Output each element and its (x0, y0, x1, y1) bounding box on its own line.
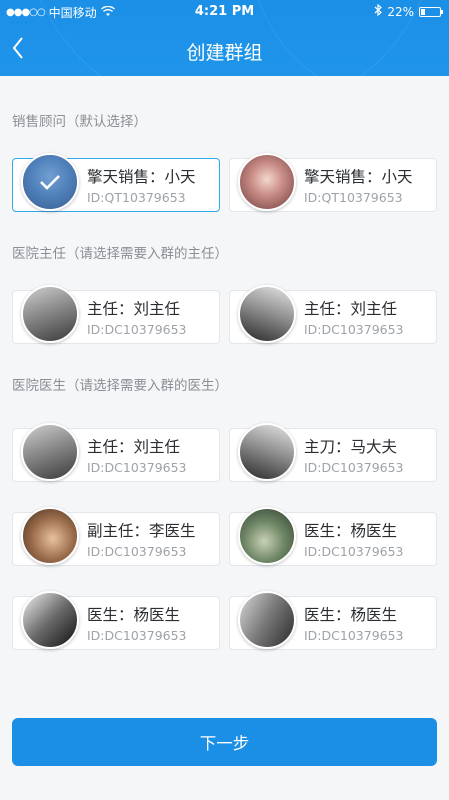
clock: 4:21 PM (194, 4, 255, 19)
member-name: 副主任：李医生 (87, 522, 196, 540)
avatar (21, 285, 79, 343)
next-button[interactable]: 下一步 (12, 718, 437, 766)
doctor-card[interactable]: 医生：杨医生 ID:DC10379653 (229, 507, 437, 566)
avatar (238, 591, 296, 649)
section-title-doctors: 医院医生（请选择需要入群的医生） (12, 378, 228, 394)
member-id: ID:QT10379653 (304, 190, 403, 205)
member-id: ID:DC10379653 (304, 460, 404, 475)
status-bar: ●●●○○ 中国移动 4:21 PM 22% (0, 0, 449, 22)
member-id: ID:DC10379653 (304, 322, 404, 337)
member-id: ID:DC10379653 (87, 628, 187, 643)
member-id: ID:DC10379653 (304, 628, 404, 643)
member-id: ID:DC10379653 (87, 460, 187, 475)
member-name: 主任：刘主任 (87, 438, 181, 456)
member-name: 主刀：马大夫 (304, 438, 398, 456)
avatar (21, 423, 79, 481)
member-name: 主任：刘主任 (87, 300, 181, 318)
doctor-card[interactable]: 主刀：马大夫 ID:DC10379653 (229, 423, 437, 482)
member-name: 擎天销售：小天 (304, 168, 413, 186)
sales-card[interactable]: 擎天销售：小天 ID:QT10379653 (229, 153, 437, 212)
section-title-chief: 医院主任（请选择需要入群的主任） (12, 246, 228, 262)
avatar (21, 591, 79, 649)
battery-icon (419, 6, 443, 17)
member-name: 医生：杨医生 (304, 522, 398, 540)
bluetooth-icon (374, 3, 383, 19)
avatar (238, 423, 296, 481)
doctor-card[interactable]: 副主任：李医生 ID:DC10379653 (12, 507, 220, 566)
member-name: 医生：杨医生 (87, 606, 181, 624)
member-name: 擎天销售：小天 (87, 168, 196, 186)
doctor-card[interactable]: 医生：杨医生 ID:DC10379653 (12, 591, 220, 650)
section-title-sales: 销售顾问（默认选择） (12, 114, 147, 130)
header-bar: ●●●○○ 中国移动 4:21 PM 22% 创建群组 (0, 0, 449, 76)
member-id: ID:DC10379653 (87, 544, 187, 559)
avatar (238, 285, 296, 343)
battery-percent: 22% (387, 4, 414, 19)
member-name: 主任：刘主任 (304, 300, 398, 318)
member-id: ID:DC10379653 (304, 544, 404, 559)
chief-card[interactable]: 主任：刘主任 ID:DC10379653 (229, 285, 437, 344)
member-name: 医生：杨医生 (304, 606, 398, 624)
checkmark-icon (23, 155, 77, 209)
avatar (21, 153, 79, 211)
page-title: 创建群组 (186, 42, 263, 64)
chief-card[interactable]: 主任：刘主任 ID:DC10379653 (12, 285, 220, 344)
member-id: ID:DC10379653 (87, 322, 187, 337)
member-id: ID:QT10379653 (87, 190, 186, 205)
doctor-card[interactable]: 主任：刘主任 ID:DC10379653 (12, 423, 220, 482)
avatar (238, 507, 296, 565)
doctor-card[interactable]: 医生：杨医生 ID:DC10379653 (229, 591, 437, 650)
sales-card[interactable]: 擎天销售：小天 ID:QT10379653 (12, 153, 220, 212)
avatar (21, 507, 79, 565)
avatar (238, 153, 296, 211)
